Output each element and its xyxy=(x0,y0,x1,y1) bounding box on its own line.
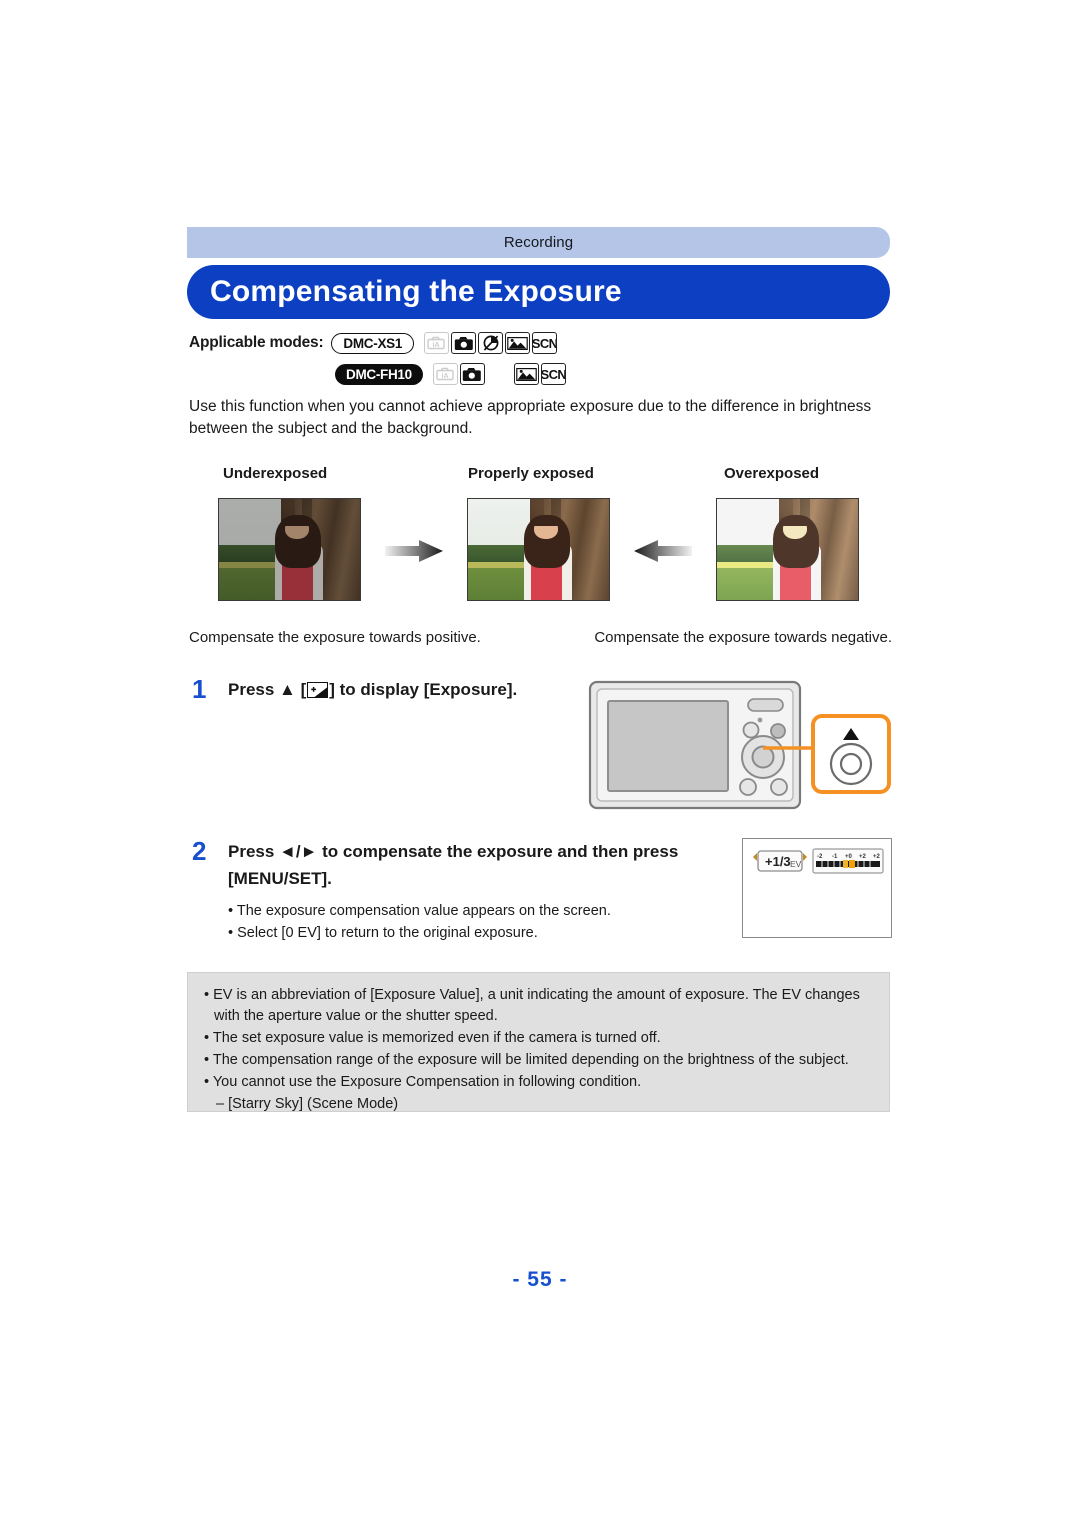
step-1-text-before: Press ▲ [ xyxy=(228,680,307,699)
heading-properly-exposed: Properly exposed xyxy=(468,465,594,482)
heading-underexposed: Underexposed xyxy=(223,465,328,482)
panorama-shot-icon xyxy=(513,363,539,385)
note-2: • The set exposure value is memorized ev… xyxy=(204,1030,661,1046)
mode-icon-group-fh10: iA SCN xyxy=(432,363,566,385)
heading-overexposed: Overexposed xyxy=(724,465,820,482)
mode-icon-group-xs1: iA SCN xyxy=(424,332,558,354)
arrow-right-icon xyxy=(385,540,443,562)
comparison-captions: Compensate the exposure towards positive… xyxy=(189,627,892,673)
step-2-number: 2 xyxy=(192,836,207,866)
applicable-modes-label: Applicable modes: xyxy=(189,334,324,351)
scene-mode-icon: SCN xyxy=(532,332,558,354)
step-2: 2 Press ◄/► to compensate the exposure a… xyxy=(192,838,737,892)
scene-mode-label: SCN xyxy=(532,335,558,351)
step-1-text: Press ▲ [ ] to display [Exposure]. xyxy=(228,676,517,703)
mode-icon-spacer xyxy=(487,363,512,385)
applicable-modes-row-fh10: DMC-FH10 iA SCN xyxy=(335,361,909,387)
svg-text:+2: +2 xyxy=(859,854,867,860)
comparison-headings: Underexposed Properly exposed Overexpose… xyxy=(189,465,892,482)
intelligent-auto-icon: iA xyxy=(424,332,450,354)
svg-text:+2: +2 xyxy=(873,854,881,860)
exposure-comparison: Underexposed Properly exposed Overexpose… xyxy=(189,465,892,673)
photo-underexposed xyxy=(218,498,361,601)
breadcrumb: Recording xyxy=(503,234,574,251)
arrow-left-icon xyxy=(634,540,692,562)
page-title: Compensating the Exposure xyxy=(210,275,622,308)
step-2-text: Press ◄/► to compensate the exposure and… xyxy=(228,842,679,888)
page-number: - 55 - xyxy=(512,1268,568,1291)
svg-text:+1/3: +1/3 xyxy=(765,854,791,869)
panorama-shot-icon xyxy=(505,332,531,354)
creative-control-icon xyxy=(478,332,504,354)
page-title-bar: Compensating the Exposure xyxy=(187,265,890,319)
breadcrumb-bar: Recording xyxy=(187,227,890,258)
caption-positive: Compensate the exposure towards positive… xyxy=(189,629,481,646)
step-1-text-after: ] to display [Exposure]. xyxy=(329,680,518,699)
note-4: • You cannot use the Exposure Compensati… xyxy=(204,1074,642,1090)
step-2-bullet-2: • Select [0 EV] to return to the origina… xyxy=(228,925,538,941)
intelligent-auto-icon: iA xyxy=(432,363,458,385)
intro-paragraph: Use this function when you cannot achiev… xyxy=(189,398,872,437)
exposure-screen-illustration: +1/3 EV -2 -1 +0 +2 +2 xyxy=(742,838,892,938)
svg-text:-2: -2 xyxy=(817,854,823,860)
camera-back-illustration xyxy=(588,678,893,813)
step-2-bullets: • The exposure compensation value appear… xyxy=(228,900,748,944)
caption-negative: Compensate the exposure towards negative… xyxy=(594,629,892,646)
svg-text:+0: +0 xyxy=(845,854,853,860)
normal-picture-icon xyxy=(451,332,477,354)
notes-box: • EV is an abbreviation of [Exposure Val… xyxy=(187,972,890,1112)
normal-picture-icon xyxy=(459,363,485,385)
note-sub-item: – [Starry Sky] (Scene Mode) xyxy=(216,1096,399,1112)
svg-text:-1: -1 xyxy=(832,854,838,860)
exposure-compensation-icon xyxy=(307,682,329,698)
comparison-photos xyxy=(189,496,892,621)
step-1-number: 1 xyxy=(192,674,207,704)
photo-properly-exposed xyxy=(467,498,610,601)
scene-mode-icon: SCN xyxy=(540,363,566,385)
applicable-modes: Applicable modes: DMC-XS1 iA SCN DMC-FH1… xyxy=(189,330,909,392)
applicable-modes-row-xs1: Applicable modes: DMC-XS1 iA SCN xyxy=(189,330,909,356)
svg-text:EV: EV xyxy=(790,859,802,869)
scene-mode-label: SCN xyxy=(540,366,566,382)
model-badge-dmc-fh10: DMC-FH10 xyxy=(335,363,423,385)
svg-text:iA: iA xyxy=(441,373,448,380)
photo-overexposed xyxy=(716,498,859,601)
manual-page: Recording Compensating the Exposure Appl… xyxy=(0,0,1080,1526)
note-3: • The compensation range of the exposure… xyxy=(204,1052,849,1068)
step-1: 1 Press ▲ [ ] to display [Exposure]. xyxy=(192,676,592,703)
svg-text:iA: iA xyxy=(433,342,440,349)
note-1: • EV is an abbreviation of [Exposure Val… xyxy=(204,987,860,1024)
model-badge-dmc-xs1: DMC-XS1 xyxy=(331,332,415,354)
step-2-bullet-1: • The exposure compensation value appear… xyxy=(228,903,611,919)
